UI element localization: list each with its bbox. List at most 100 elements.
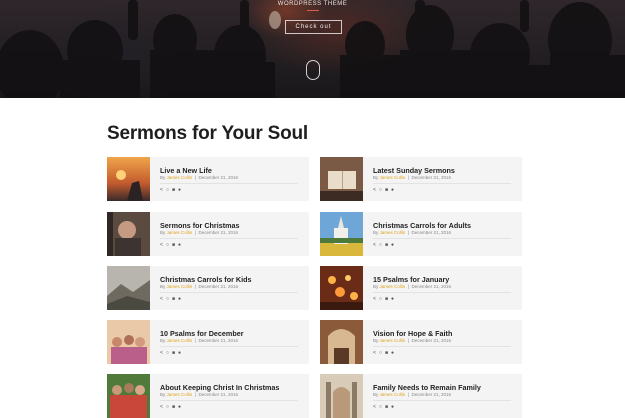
- sermon-title[interactable]: Live a New Life: [160, 166, 212, 175]
- comment-icon[interactable]: ○: [379, 242, 382, 248]
- sermon-card[interactable]: Christmas Carrols for Kids By James Coll…: [107, 266, 309, 310]
- divider: [160, 183, 298, 184]
- sermon-card[interactable]: Sermons for Christmas By James Collin | …: [107, 212, 309, 256]
- sermon-thumbnail[interactable]: [107, 266, 150, 310]
- comment-icon[interactable]: ○: [166, 296, 169, 302]
- sermon-title[interactable]: 10 Psalms for December: [160, 329, 244, 338]
- comment-icon[interactable]: ○: [166, 187, 169, 193]
- sermon-title[interactable]: Christmas Carrols for Kids: [160, 275, 251, 284]
- comment-icon[interactable]: ○: [166, 404, 169, 410]
- sermon-actions: < ○ ■ ●: [373, 187, 394, 193]
- sermon-meta: By James Collin | December 21, 2016: [373, 230, 451, 235]
- author-link[interactable]: James Collin: [167, 392, 193, 397]
- comment-icon[interactable]: ○: [379, 187, 382, 193]
- sermon-title[interactable]: 15 Psalms for January: [373, 275, 449, 284]
- share-icon[interactable]: <: [160, 296, 163, 302]
- sermon-title[interactable]: Family Needs to Remain Family: [373, 383, 481, 392]
- share-icon[interactable]: <: [373, 242, 376, 248]
- video-icon[interactable]: ■: [385, 350, 388, 356]
- audio-icon[interactable]: ●: [178, 350, 181, 356]
- sermon-actions: < ○ ■ ●: [160, 404, 181, 410]
- author-link[interactable]: James Collin: [380, 284, 406, 289]
- author-link[interactable]: James Collin: [380, 392, 406, 397]
- audio-icon[interactable]: ●: [178, 296, 181, 302]
- audio-icon[interactable]: ●: [391, 350, 394, 356]
- scroll-down-icon[interactable]: [306, 60, 320, 80]
- by-label: By: [160, 392, 166, 397]
- author-link[interactable]: James Collin: [167, 284, 193, 289]
- author-link[interactable]: James Collin: [380, 338, 406, 343]
- sermon-thumbnail[interactable]: [320, 374, 363, 418]
- meta-separator: |: [194, 392, 196, 397]
- sermon-card[interactable]: Family Needs to Remain Family By James C…: [320, 374, 522, 418]
- audio-icon[interactable]: ●: [178, 187, 181, 193]
- video-icon[interactable]: ■: [385, 242, 388, 248]
- sermon-title[interactable]: About Keeping Christ In Christmas: [160, 383, 279, 392]
- check-out-button[interactable]: Check out: [285, 20, 342, 34]
- sermon-card[interactable]: 10 Psalms for December By James Collin |…: [107, 320, 309, 364]
- comment-icon[interactable]: ○: [166, 242, 169, 248]
- sermon-date: December 21, 2016: [198, 230, 239, 235]
- sermon-thumbnail[interactable]: [107, 157, 150, 201]
- sermon-thumbnail[interactable]: [320, 266, 363, 310]
- audio-icon[interactable]: ●: [391, 242, 394, 248]
- sermon-card[interactable]: 15 Psalms for January By James Collin | …: [320, 266, 522, 310]
- sermon-meta: By James Collin | December 21, 2016: [373, 175, 451, 180]
- share-icon[interactable]: <: [160, 404, 163, 410]
- by-label: By: [373, 392, 379, 397]
- comment-icon[interactable]: ○: [166, 350, 169, 356]
- hero-banner: WORDPRESS THEME Check out: [0, 0, 625, 98]
- video-icon[interactable]: ■: [172, 350, 175, 356]
- sermon-title[interactable]: Sermons for Christmas: [160, 221, 239, 230]
- author-link[interactable]: James Collin: [167, 338, 193, 343]
- video-icon[interactable]: ■: [172, 404, 175, 410]
- author-link[interactable]: James Collin: [167, 175, 193, 180]
- video-icon[interactable]: ■: [172, 187, 175, 193]
- sermon-actions: < ○ ■ ●: [373, 404, 394, 410]
- audio-icon[interactable]: ●: [178, 404, 181, 410]
- sermon-thumbnail[interactable]: [107, 212, 150, 256]
- author-link[interactable]: James Collin: [380, 175, 406, 180]
- sermon-thumbnail[interactable]: [320, 212, 363, 256]
- share-icon[interactable]: <: [373, 350, 376, 356]
- comment-icon[interactable]: ○: [379, 296, 382, 302]
- audio-icon[interactable]: ●: [178, 242, 181, 248]
- sermon-thumbnail[interactable]: [107, 320, 150, 364]
- sermon-title[interactable]: Christmas Carrols for Adults: [373, 221, 471, 230]
- sermon-card[interactable]: About Keeping Christ In Christmas By Jam…: [107, 374, 309, 418]
- sermon-meta: By James Collin | December 21, 2016: [373, 284, 451, 289]
- sermon-actions: < ○ ■ ●: [373, 296, 394, 302]
- sermon-card[interactable]: Live a New Life By James Collin | Decemb…: [107, 157, 309, 201]
- video-icon[interactable]: ■: [172, 296, 175, 302]
- author-link[interactable]: James Collin: [167, 230, 193, 235]
- sermon-card[interactable]: Latest Sunday Sermons By James Collin | …: [320, 157, 522, 201]
- divider: [373, 346, 511, 347]
- share-icon[interactable]: <: [160, 242, 163, 248]
- share-icon[interactable]: <: [373, 187, 376, 193]
- author-link[interactable]: James Collin: [380, 230, 406, 235]
- meta-separator: |: [407, 284, 409, 289]
- video-icon[interactable]: ■: [172, 242, 175, 248]
- sermon-thumbnail[interactable]: [320, 320, 363, 364]
- sermon-card[interactable]: Vision for Hope & Faith By James Collin …: [320, 320, 522, 364]
- video-icon[interactable]: ■: [385, 296, 388, 302]
- sermon-thumbnail[interactable]: [320, 157, 363, 201]
- sermon-date: December 21, 2016: [411, 284, 452, 289]
- sermon-meta: By James Collin | December 21, 2016: [373, 392, 451, 397]
- video-icon[interactable]: ■: [385, 404, 388, 410]
- divider: [160, 400, 298, 401]
- sermon-title[interactable]: Vision for Hope & Faith: [373, 329, 452, 338]
- audio-icon[interactable]: ●: [391, 404, 394, 410]
- comment-icon[interactable]: ○: [379, 350, 382, 356]
- share-icon[interactable]: <: [373, 404, 376, 410]
- audio-icon[interactable]: ●: [391, 296, 394, 302]
- video-icon[interactable]: ■: [385, 187, 388, 193]
- audio-icon[interactable]: ●: [391, 187, 394, 193]
- sermon-thumbnail[interactable]: [107, 374, 150, 418]
- sermon-title[interactable]: Latest Sunday Sermons: [373, 166, 455, 175]
- share-icon[interactable]: <: [160, 187, 163, 193]
- sermon-card[interactable]: Christmas Carrols for Adults By James Co…: [320, 212, 522, 256]
- share-icon[interactable]: <: [373, 296, 376, 302]
- comment-icon[interactable]: ○: [379, 404, 382, 410]
- share-icon[interactable]: <: [160, 350, 163, 356]
